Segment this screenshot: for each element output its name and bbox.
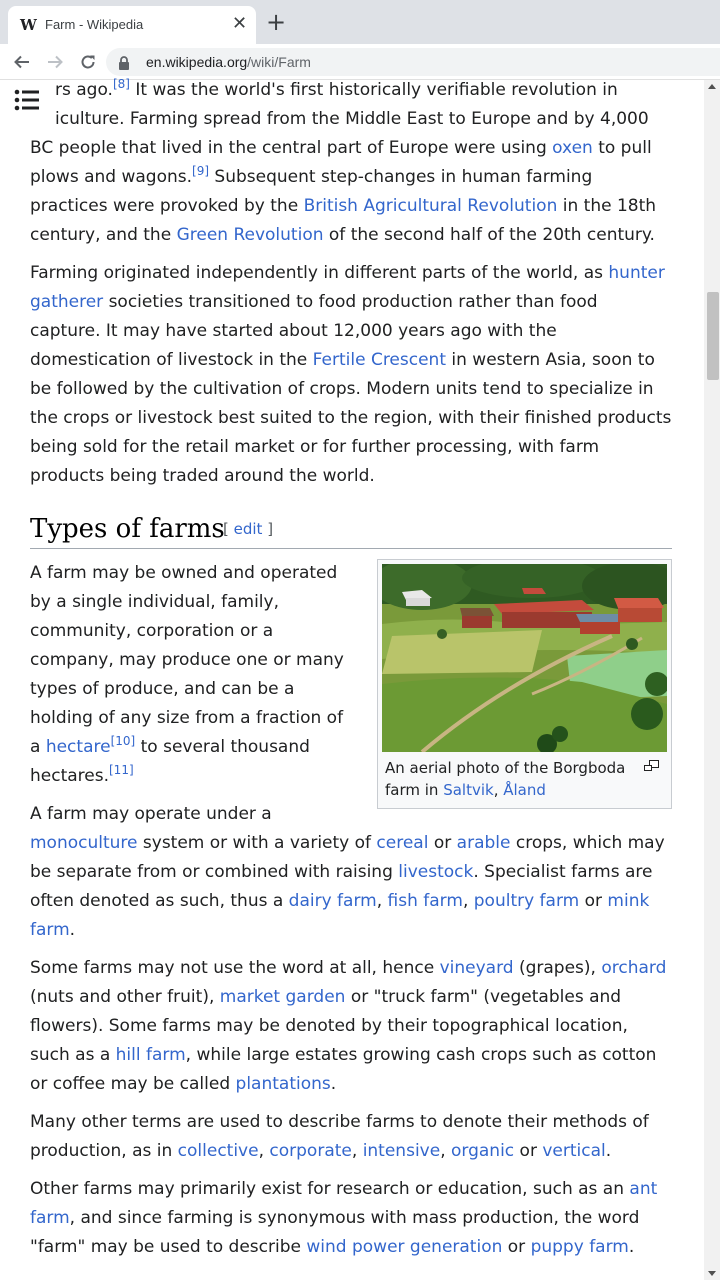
citation-9[interactable]: [9] [192, 164, 209, 178]
scrollbar-thumb[interactable] [707, 292, 719, 380]
section-title: Types of farms [30, 514, 225, 544]
link-wind-power-generation[interactable]: wind power generation [306, 1237, 502, 1257]
section-heading-types-of-farms: Types of farms [ edit ] [30, 509, 672, 549]
link-vineyard[interactable]: vineyard [440, 958, 514, 978]
link-fertile-crescent[interactable]: Fertile Crescent [313, 350, 446, 370]
link-green-revolution[interactable]: Green Revolution [177, 225, 324, 245]
link-monoculture[interactable]: monoculture [30, 833, 138, 853]
link-british-agricultural-revolution[interactable]: British Agricultural Revolution [304, 196, 558, 216]
close-icon[interactable]: ✕ [232, 14, 247, 34]
reload-icon[interactable] [76, 50, 100, 74]
link-intensive[interactable]: intensive [363, 1141, 441, 1161]
link-vertical[interactable]: vertical [542, 1141, 605, 1161]
figure-borgboda-farm: An aerial photo of the Borgboda farm in … [377, 559, 672, 809]
enlarge-icon[interactable] [644, 760, 659, 771]
link-orchard[interactable]: orchard [601, 958, 666, 978]
link-cereal[interactable]: cereal [376, 833, 428, 853]
link-arable[interactable]: arable [457, 833, 511, 853]
scroll-down-arrow-icon[interactable] [708, 1271, 716, 1276]
link-poultry-farm[interactable]: poultry farm [474, 891, 579, 911]
forward-arrow-icon[interactable] [43, 50, 67, 74]
paragraph-other-farms: Other farms may primarily exist for rese… [30, 1179, 658, 1257]
link-puppy-farm[interactable]: puppy farm [531, 1237, 629, 1257]
table-of-contents-icon[interactable] [14, 88, 44, 118]
address-bar[interactable]: en.wikipedia.org/wiki/Farm [106, 48, 720, 76]
browser-toolbar: en.wikipedia.org/wiki/Farm [0, 44, 720, 80]
citation-10[interactable]: [10] [111, 734, 136, 748]
link-livestock[interactable]: livestock [398, 862, 473, 882]
link-dairy-farm[interactable]: dairy farm [289, 891, 377, 911]
paragraph-methods: Many other terms are used to describe fa… [30, 1112, 649, 1161]
tab-farm-wikipedia[interactable]: W Farm - Wikipedia ✕ [8, 6, 256, 44]
tab-strip: W Farm - Wikipedia ✕ + [0, 0, 720, 44]
paragraph-origins: Farming originated independently in diff… [30, 263, 672, 486]
farm-aerial-photo[interactable] [382, 564, 667, 752]
link-aland[interactable]: Åland [503, 781, 546, 799]
tab-title: Farm - Wikipedia [45, 17, 144, 32]
citation-11[interactable]: [11] [109, 763, 134, 777]
link-oxen[interactable]: oxen [552, 138, 593, 158]
article-body: rs ago.[8] It was the world's first hist… [30, 76, 672, 1271]
link-hectare[interactable]: hectare [46, 737, 111, 757]
wikipedia-favicon-icon: W [20, 16, 37, 34]
page-scrollbar[interactable] [704, 80, 720, 1280]
citation-8[interactable]: [8] [113, 77, 130, 91]
scroll-up-arrow-icon[interactable] [708, 84, 716, 89]
lock-icon [118, 55, 130, 74]
link-plantations[interactable]: plantations [236, 1074, 331, 1094]
url-text: en.wikipedia.org/wiki/Farm [146, 54, 311, 70]
link-collective[interactable]: collective [178, 1141, 259, 1161]
section-edit: [ edit ] [223, 520, 274, 538]
paragraph-history: rs ago.[8] It was the world's first hist… [30, 77, 657, 245]
back-arrow-icon[interactable] [10, 50, 34, 74]
paragraph-naming: Some farms may not use the word at all, … [30, 958, 667, 1094]
link-organic[interactable]: organic [451, 1141, 514, 1161]
plus-icon[interactable]: + [266, 10, 286, 34]
paragraph-monoculture: A farm may operate under a monoculture s… [30, 804, 665, 940]
link-saltvik[interactable]: Saltvik [443, 781, 494, 799]
link-corporate[interactable]: corporate [269, 1141, 351, 1161]
edit-link[interactable]: edit [234, 520, 263, 538]
link-market-garden[interactable]: market garden [220, 987, 346, 1007]
link-fish-farm[interactable]: fish farm [388, 891, 463, 911]
figure-caption: An aerial photo of the Borgboda farm in … [382, 752, 667, 804]
link-hill-farm[interactable]: hill farm [116, 1045, 186, 1065]
